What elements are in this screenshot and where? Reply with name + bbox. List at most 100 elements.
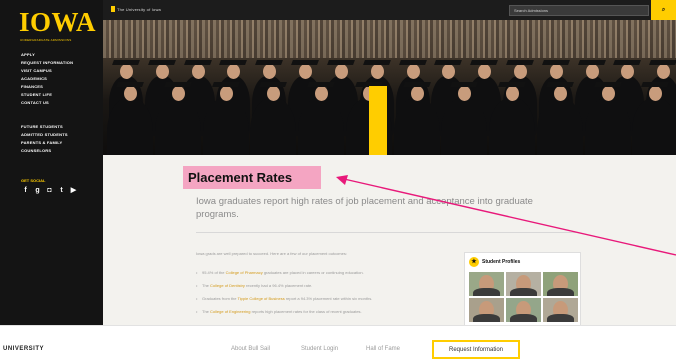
- mortarboard-cap: [147, 60, 176, 65]
- mortarboard-cap: [577, 60, 606, 65]
- graduate-face: [120, 64, 133, 79]
- student-photo-grid: [469, 272, 578, 322]
- mortarboard-cap: [163, 82, 192, 87]
- instagram-icon[interactable]: ◘: [45, 186, 54, 195]
- search-button[interactable]: ⌕: [651, 0, 676, 20]
- graduate-face: [219, 86, 233, 101]
- bottom-bar: [0, 325, 676, 360]
- college-link[interactable]: Tippie College of Business: [238, 296, 285, 301]
- college-link[interactable]: College of Dentistry: [210, 283, 245, 288]
- mortarboard-cap: [291, 60, 319, 65]
- student-profiles-header: ★ Student Profiles: [469, 257, 520, 267]
- graduate-figure: [536, 98, 583, 155]
- student-photo[interactable]: [469, 272, 504, 296]
- gold-stole: [369, 86, 387, 155]
- primary-nav: APPLY REQUEST INFORMATION VISIT CAMPUS A…: [21, 51, 73, 107]
- graduate-figure: [632, 98, 676, 155]
- graduate-figure: [298, 98, 344, 155]
- mortarboard-cap: [545, 82, 574, 87]
- mortarboard-cap: [541, 60, 570, 65]
- graduate-figure: [107, 98, 153, 155]
- search-icon: ⌕: [661, 7, 666, 13]
- footer-link-about[interactable]: About Bull Sail: [231, 346, 270, 352]
- audience-nav: FUTURE STUDENTS ADMITTED STUDENTS PARENT…: [21, 123, 68, 155]
- mortarboard-cap: [402, 82, 431, 87]
- top-bar: The University of Iowa Search Admissions…: [103, 0, 676, 20]
- footer-link-student-login[interactable]: Student Login: [301, 346, 338, 352]
- mortarboard-cap: [219, 60, 248, 65]
- nav-item-counselors[interactable]: COUNSELORS: [21, 147, 68, 155]
- student-photo[interactable]: [469, 298, 504, 322]
- graduate-figure: [489, 98, 535, 155]
- search-placeholder: Search Admissions: [514, 8, 549, 13]
- student-photo[interactable]: [543, 298, 578, 322]
- nav-item-academics[interactable]: ACADEMICS: [21, 75, 73, 83]
- student-profiles-card[interactable]: ★ Student Profiles: [464, 252, 581, 327]
- nav-item-admitted-students[interactable]: ADMITTED STUDENTS: [21, 131, 68, 139]
- social-label: GET SOCIAL: [21, 178, 46, 183]
- mortarboard-cap: [434, 60, 463, 65]
- graduate-figure: [441, 98, 488, 155]
- nav-item-future-students[interactable]: FUTURE STUDENTS: [21, 123, 68, 131]
- student-shoulders: [547, 314, 574, 322]
- hero-graduation-photo: [103, 20, 676, 155]
- mortarboard-cap: [112, 60, 140, 65]
- divider: [196, 232, 576, 233]
- sidebar: IOWA UNDERGRADUATE ADMISSIONS APPLY REQU…: [0, 0, 103, 325]
- student-shoulders: [473, 288, 500, 296]
- star-icon: ★: [469, 257, 479, 267]
- search-input[interactable]: Search Admissions: [509, 5, 649, 16]
- graduate-face: [191, 64, 205, 79]
- graduate-face: [124, 86, 137, 101]
- graduate-face: [549, 64, 563, 79]
- graduate-face: [601, 86, 615, 101]
- graduate-face: [553, 86, 567, 101]
- mortarboard-cap: [183, 60, 212, 65]
- facebook-icon[interactable]: f: [21, 186, 30, 195]
- mortarboard-cap: [259, 82, 288, 87]
- youtube-icon[interactable]: ▶: [69, 186, 78, 195]
- nav-item-student-life[interactable]: STUDENT LIFE: [21, 91, 73, 99]
- mortarboard-cap: [498, 82, 526, 87]
- audience-crowd: [103, 20, 676, 58]
- nav-item-apply[interactable]: APPLY: [21, 51, 73, 59]
- student-shoulders: [547, 288, 574, 296]
- university-icon: [111, 6, 115, 12]
- student-photo[interactable]: [506, 272, 541, 296]
- mortarboard-cap: [470, 60, 499, 65]
- mortarboard-cap: [255, 60, 284, 65]
- google-plus-icon[interactable]: g: [33, 186, 42, 195]
- college-link[interactable]: College of Pharmacy: [226, 270, 263, 275]
- twitter-icon[interactable]: t: [57, 186, 66, 195]
- mortarboard-cap: [613, 60, 642, 65]
- student-shoulders: [473, 314, 500, 322]
- nav-item-visit-campus[interactable]: VISIT CAMPUS: [21, 67, 73, 75]
- list-item: Graduates from the Tippie College of Bus…: [196, 296, 446, 309]
- request-information-button[interactable]: Request Information: [432, 340, 520, 359]
- graduate-figure: [584, 98, 631, 155]
- social-icons: f g ◘ t ▶: [21, 186, 78, 195]
- graduate-figure: [154, 98, 201, 155]
- footer-link-hall-of-fame[interactable]: Hall of Fame: [366, 346, 400, 352]
- college-link[interactable]: College of Engineering: [210, 309, 250, 314]
- mortarboard-cap: [398, 60, 427, 65]
- graduate-face: [155, 64, 169, 79]
- graduate-face: [334, 64, 348, 79]
- nav-item-contact-us[interactable]: CONTACT US: [21, 99, 73, 107]
- student-photo[interactable]: [543, 272, 578, 296]
- nav-item-finances[interactable]: FINANCES: [21, 83, 73, 91]
- mortarboard-cap: [506, 60, 534, 65]
- graduate-face: [171, 86, 185, 101]
- graduate-face: [410, 86, 424, 101]
- list-item: 95.4% of the College of Pharmacy graduat…: [196, 270, 446, 283]
- mortarboard-cap: [211, 82, 240, 87]
- university-link[interactable]: The University of Iowa: [117, 7, 161, 12]
- placement-list: 95.4% of the College of Pharmacy graduat…: [196, 270, 446, 322]
- graduate-face: [299, 64, 313, 79]
- nav-item-request-information[interactable]: REQUEST INFORMATION: [21, 59, 73, 67]
- graduate-face: [513, 64, 527, 79]
- iowa-logo[interactable]: IOWA: [19, 8, 96, 36]
- nav-item-parents-family[interactable]: PARENTS & FAMILY: [21, 139, 68, 147]
- mortarboard-cap: [116, 82, 144, 87]
- student-photo[interactable]: [506, 298, 541, 322]
